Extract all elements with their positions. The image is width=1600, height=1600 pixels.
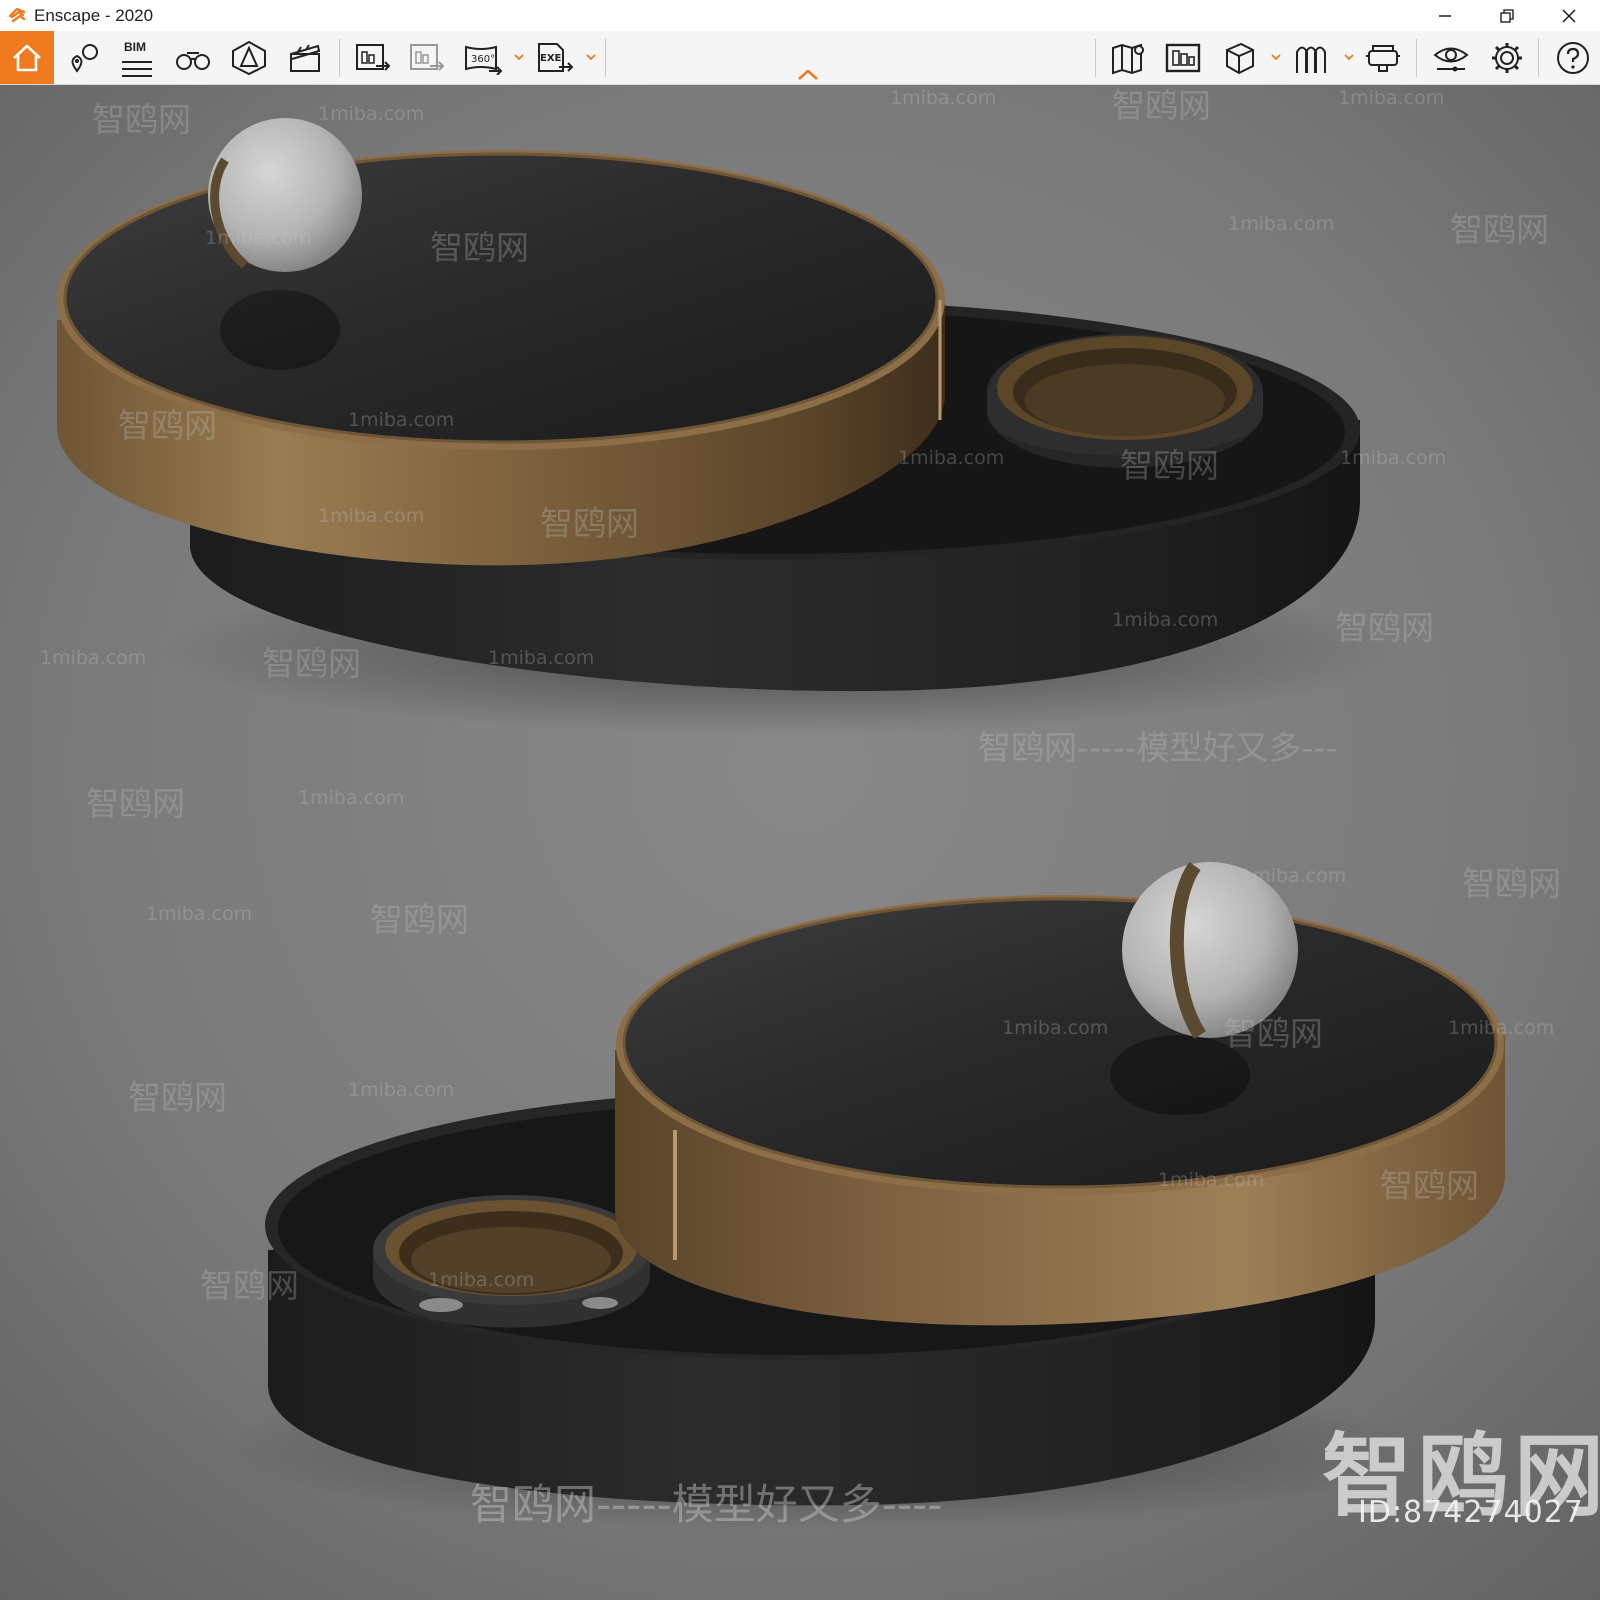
- collapse-toolbar-button[interactable]: [797, 67, 819, 81]
- watermark-brand: 智鸥网: [1120, 446, 1219, 485]
- views-button[interactable]: [56, 31, 110, 84]
- svg-text:360°: 360°: [471, 54, 495, 65]
- watermark-id: ID:874274027: [1358, 1495, 1584, 1530]
- watermark-brand: 智鸥网: [1112, 86, 1211, 125]
- watermark-site: 1miba.com: [898, 447, 1005, 469]
- batch-export-icon: [410, 43, 445, 71]
- watermark-site: 1miba.com: [318, 505, 425, 527]
- map-icon: [1112, 43, 1144, 74]
- binoculars-icon: [176, 51, 210, 70]
- enscape-logo-icon: [6, 5, 28, 27]
- vr-headset-button[interactable]: [1356, 31, 1410, 84]
- watermark-site: 1miba.com: [428, 1269, 535, 1291]
- arch-view-button[interactable]: [1284, 31, 1338, 84]
- batch-export-button[interactable]: [400, 31, 454, 84]
- export-image-button[interactable]: [346, 31, 400, 84]
- bim-button[interactable]: BIM: [110, 31, 164, 84]
- watermark-brand: 智鸥网: [86, 784, 185, 823]
- restore-button[interactable]: [1476, 0, 1538, 31]
- close-button[interactable]: [1538, 0, 1600, 31]
- watermark-brand: 智鸥网: [370, 900, 469, 939]
- clapper-icon: [290, 43, 321, 72]
- panorama-button[interactable]: 360°: [456, 31, 510, 84]
- watermark-slogan-bottom: 智鸥网-----模型好又多----: [470, 1480, 943, 1529]
- arch-view-icon: [1296, 46, 1326, 73]
- watermark-brand: 智鸥网: [1450, 210, 1549, 249]
- render-scene: [0, 85, 1600, 1600]
- watermark-site: 1miba.com: [1448, 1017, 1555, 1039]
- asset-library-button[interactable]: [1156, 31, 1210, 84]
- chevron-down-icon: [586, 54, 596, 61]
- asset-library-icon: [1165, 43, 1201, 72]
- watermark-brand: 智鸥网: [1380, 1166, 1479, 1205]
- watermark-brand: 智鸥网: [540, 504, 639, 543]
- exe-dropdown[interactable]: [585, 51, 597, 63]
- watermark-brand: 智鸥网: [1224, 1014, 1323, 1053]
- export-exe-button[interactable]: EXE: [528, 31, 582, 84]
- perspective-icon: [232, 40, 266, 75]
- watermark-brand: 智鸥网: [128, 1078, 227, 1117]
- watermark-brand: 智鸥网: [118, 406, 217, 445]
- watermark-brand: 智鸥网: [92, 100, 191, 139]
- main-toolbar: BIM 360° EXE: [0, 31, 1600, 85]
- panorama-360-icon: 360°: [465, 45, 503, 75]
- watermark-site: 1miba.com: [348, 409, 455, 431]
- help-icon: [1557, 41, 1589, 74]
- map-pin-icon: [71, 43, 98, 73]
- title-bar: Enscape - 2020: [0, 0, 1600, 31]
- watermark-site: 1miba.com: [1340, 447, 1447, 469]
- bim-label: BIM: [124, 40, 146, 54]
- watermark-site: 1miba.com: [1112, 609, 1219, 631]
- chevron-down-icon: [514, 54, 524, 61]
- chevron-up-icon: [798, 69, 818, 80]
- cube-icon: [1226, 42, 1254, 74]
- watermark-site: 1miba.com: [1158, 1169, 1265, 1191]
- watermark-site: 1miba.com: [1240, 865, 1347, 887]
- help-button[interactable]: [1546, 31, 1600, 84]
- cube-button[interactable]: [1212, 31, 1266, 84]
- export-exe-icon: EXE: [538, 42, 574, 72]
- visual-settings-button[interactable]: [1424, 31, 1478, 84]
- watermark-site: 1miba.com: [1338, 87, 1445, 109]
- watermark-site: 1miba.com: [205, 227, 312, 249]
- watermark-brand: 智鸥网: [262, 644, 361, 683]
- chevron-down-icon: [1344, 54, 1354, 61]
- home-button[interactable]: [0, 31, 54, 84]
- watermark-brand: 智鸥网: [200, 1266, 299, 1305]
- export-image-icon: [356, 43, 391, 71]
- perspective-button[interactable]: [222, 31, 276, 84]
- render-viewport[interactable]: 智鸥网 1miba.com 1miba.com 智鸥网 1miba.com 1m…: [0, 85, 1600, 1600]
- cube-dropdown[interactable]: [1270, 51, 1282, 63]
- chevron-down-icon: [1271, 54, 1281, 61]
- svg-text:EXE: EXE: [540, 53, 562, 64]
- minimize-icon: [1439, 14, 1451, 17]
- watermark-site: 1miba.com: [146, 903, 253, 925]
- watermark-site: 1miba.com: [318, 103, 425, 125]
- home-icon: [13, 44, 41, 71]
- binoculars-button[interactable]: [166, 31, 220, 84]
- video-editor-button[interactable]: [278, 31, 332, 84]
- map-button[interactable]: [1102, 31, 1156, 84]
- watermark-slogan: 智鸥网-----模型好又多---: [978, 728, 1338, 767]
- watermark-site: 1miba.com: [1002, 1017, 1109, 1039]
- watermark-site: 1miba.com: [488, 647, 595, 669]
- watermark-site: 1miba.com: [1228, 213, 1335, 235]
- watermark-site: 1miba.com: [40, 647, 147, 669]
- gear-icon: [1492, 42, 1522, 73]
- minimize-button[interactable]: [1414, 0, 1476, 31]
- watermark-brand: 智鸥网: [1462, 864, 1561, 903]
- watermark-site: 1miba.com: [298, 787, 405, 809]
- panorama-dropdown[interactable]: [513, 51, 525, 63]
- watermark-brand: 智鸥网: [430, 228, 529, 267]
- watermark-brand: 智鸥网: [1335, 608, 1434, 647]
- window-title: Enscape - 2020: [34, 5, 154, 25]
- watermark-site: 1miba.com: [890, 87, 997, 109]
- restore-icon: [1500, 8, 1514, 23]
- settings-button[interactable]: [1480, 31, 1534, 84]
- eye-settings-icon: [1433, 47, 1469, 71]
- vr-headset-icon: [1366, 44, 1400, 72]
- close-icon: [1562, 9, 1576, 22]
- arch-view-dropdown[interactable]: [1343, 51, 1355, 63]
- watermark-site: 1miba.com: [348, 1079, 455, 1101]
